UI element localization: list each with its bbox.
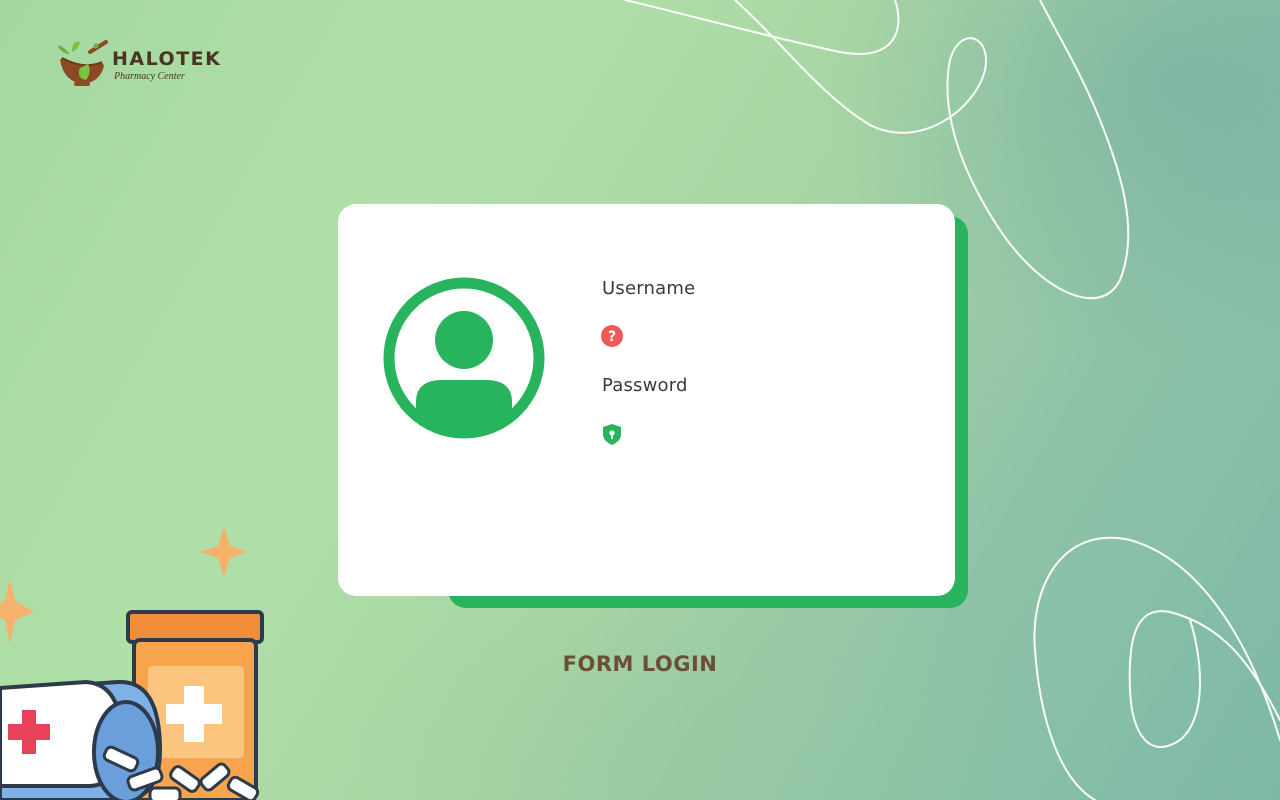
password-label: Password [602,375,688,396]
svg-text:?: ? [608,329,616,345]
shield-lock-icon [603,424,621,445]
medicine-bottles-illustration [0,526,264,800]
question-icon: ? [601,325,623,347]
user-avatar-icon [383,277,545,439]
username-input[interactable] [634,323,918,349]
brand-tagline: Pharmacy Center [114,71,185,82]
username-label: Username [602,278,696,299]
brand-name: HALOTEK [112,48,222,70]
login-card: Username ? Password [338,204,955,596]
password-input[interactable] [634,421,918,447]
mortar-leaf-icon [58,40,108,86]
password-field-row [600,420,920,448]
username-field-row: ? [600,322,920,350]
brand-logo: HALOTEK Pharmacy Center [56,38,246,90]
